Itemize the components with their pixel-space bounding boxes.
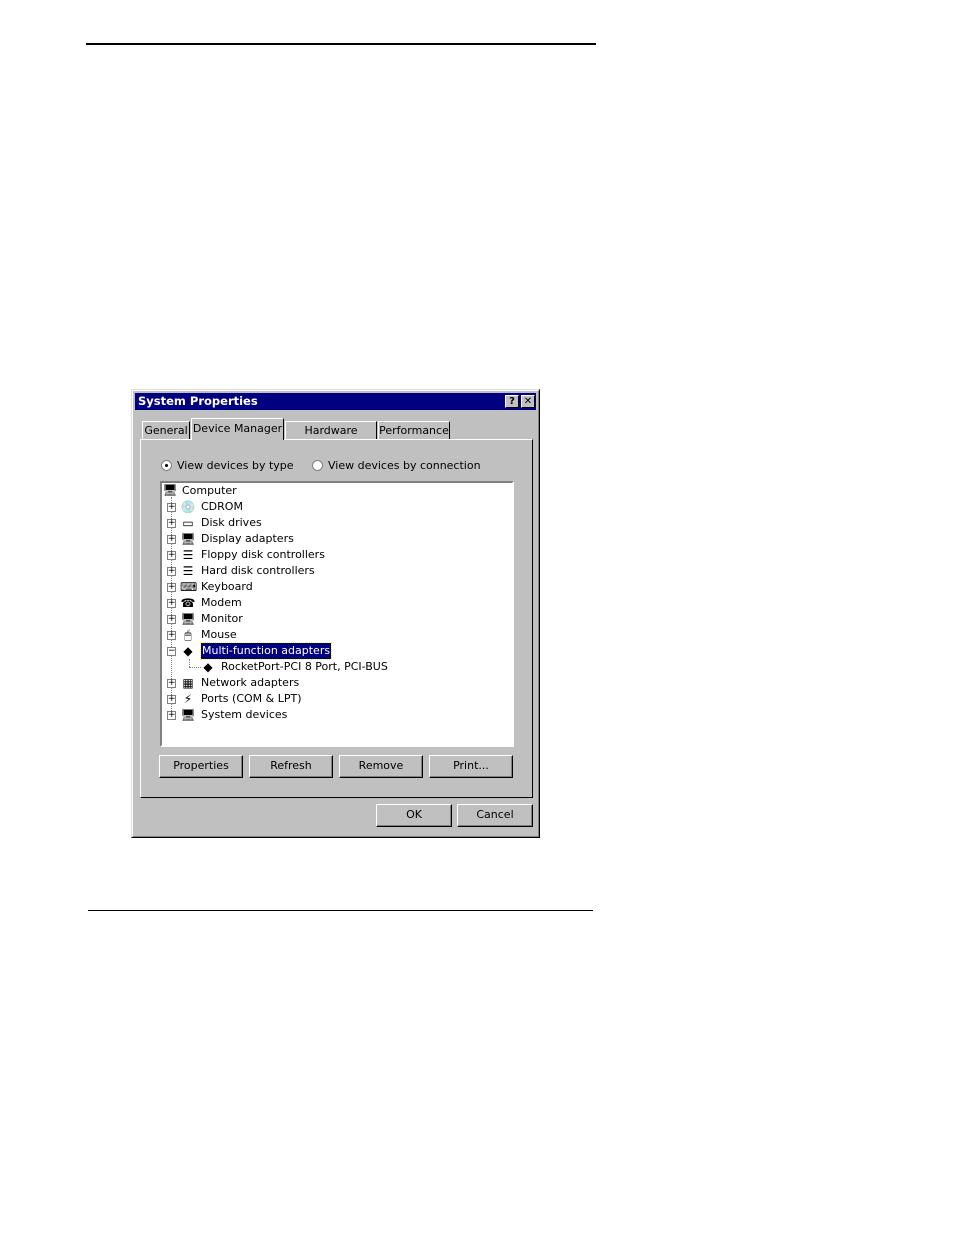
system-devices-icon: 🖥 bbox=[180, 708, 196, 722]
disk-drive-icon: ▭ bbox=[182, 516, 194, 530]
tab-general[interactable]: General bbox=[142, 421, 190, 439]
tree-child-label: RocketPort-PCI 8 Port, PCI-BUS bbox=[221, 660, 388, 673]
top-rule bbox=[86, 43, 596, 45]
ports-icon: ⚡ bbox=[183, 692, 193, 706]
modem-icon: ☎ bbox=[180, 596, 196, 610]
cdrom-icon: 💿 bbox=[180, 500, 196, 514]
ok-button[interactable]: OK bbox=[376, 804, 452, 827]
tree-item-label: Display adapters bbox=[201, 532, 294, 545]
title-bar[interactable]: System Properties ? ✕ bbox=[135, 393, 536, 410]
tree-item-label: Disk drives bbox=[201, 516, 262, 529]
tree-item-label: Multi-function adapters bbox=[199, 642, 333, 660]
expand-icon[interactable]: + bbox=[167, 679, 176, 688]
expand-icon[interactable]: + bbox=[167, 551, 176, 560]
multifunction-adapter-icon: ◆ bbox=[183, 644, 193, 658]
remove-button[interactable]: Remove bbox=[339, 755, 423, 778]
window-title: System Properties bbox=[138, 394, 258, 408]
view-by-connection-label: View devices by connection bbox=[328, 459, 481, 472]
computer-icon: 🖥 bbox=[162, 483, 178, 497]
help-button[interactable]: ? bbox=[505, 395, 519, 408]
tree-item-label: Network adapters bbox=[201, 676, 300, 689]
view-by-connection-radio[interactable] bbox=[312, 460, 323, 471]
mouse-icon: 🖱 bbox=[184, 628, 192, 642]
tree-item-label: Keyboard bbox=[201, 580, 253, 593]
hard-disk-controller-icon: ☰ bbox=[182, 564, 194, 578]
device-manager-panel: View devices by type View devices by con… bbox=[140, 439, 533, 798]
device-tree[interactable]: 🖥 Computer + 💿 CDROM + ▭ Disk drives + 🖥 Display… bbox=[160, 481, 514, 747]
expand-icon[interactable]: + bbox=[167, 711, 176, 720]
expand-icon[interactable]: + bbox=[167, 567, 176, 576]
expand-icon[interactable]: + bbox=[167, 535, 176, 544]
expand-icon[interactable]: + bbox=[167, 519, 176, 528]
rocketport-icon: ◆ bbox=[203, 660, 213, 674]
system-properties-dialog: System Properties ? ✕ General Device Man… bbox=[131, 389, 540, 838]
tree-item-label: Mouse bbox=[201, 628, 237, 641]
expand-icon[interactable]: + bbox=[167, 695, 176, 704]
close-button[interactable]: ✕ bbox=[521, 395, 535, 408]
tree-item-label: Hard disk controllers bbox=[201, 564, 315, 577]
collapse-icon[interactable]: − bbox=[167, 647, 176, 656]
display-adapter-icon: 🖥 bbox=[180, 532, 196, 546]
expand-icon[interactable]: + bbox=[167, 583, 176, 592]
network-adapter-icon: ▦ bbox=[182, 676, 194, 690]
cancel-button[interactable]: Cancel bbox=[457, 804, 533, 827]
expand-icon[interactable]: + bbox=[167, 599, 176, 608]
properties-button[interactable]: Properties bbox=[159, 755, 243, 778]
expand-icon[interactable]: + bbox=[167, 503, 176, 512]
refresh-button[interactable]: Refresh bbox=[249, 755, 333, 778]
tree-item-label: Ports (COM & LPT) bbox=[201, 692, 302, 705]
print-button[interactable]: Print... bbox=[429, 755, 513, 778]
expand-icon[interactable]: + bbox=[167, 631, 176, 640]
tab-device-manager[interactable]: Device Manager bbox=[191, 418, 284, 440]
tab-hardware-profiles[interactable]: Hardware Profiles bbox=[285, 421, 377, 454]
tree-item-label: Modem bbox=[201, 596, 242, 609]
tab-performance[interactable]: Performance bbox=[378, 421, 450, 439]
expand-icon[interactable]: + bbox=[167, 615, 176, 624]
bottom-rule bbox=[88, 910, 593, 911]
tree-item-label: System devices bbox=[201, 708, 288, 721]
tree-item-label: CDROM bbox=[201, 500, 243, 513]
view-by-type-radio[interactable] bbox=[161, 460, 172, 471]
tree-item-label: Monitor bbox=[201, 612, 243, 625]
floppy-controller-icon: ☰ bbox=[182, 548, 194, 562]
keyboard-icon: ⌨ bbox=[180, 580, 198, 594]
monitor-icon: 🖥 bbox=[180, 612, 196, 626]
view-by-type-label: View devices by type bbox=[177, 459, 294, 472]
tree-item-label: Floppy disk controllers bbox=[201, 548, 325, 561]
